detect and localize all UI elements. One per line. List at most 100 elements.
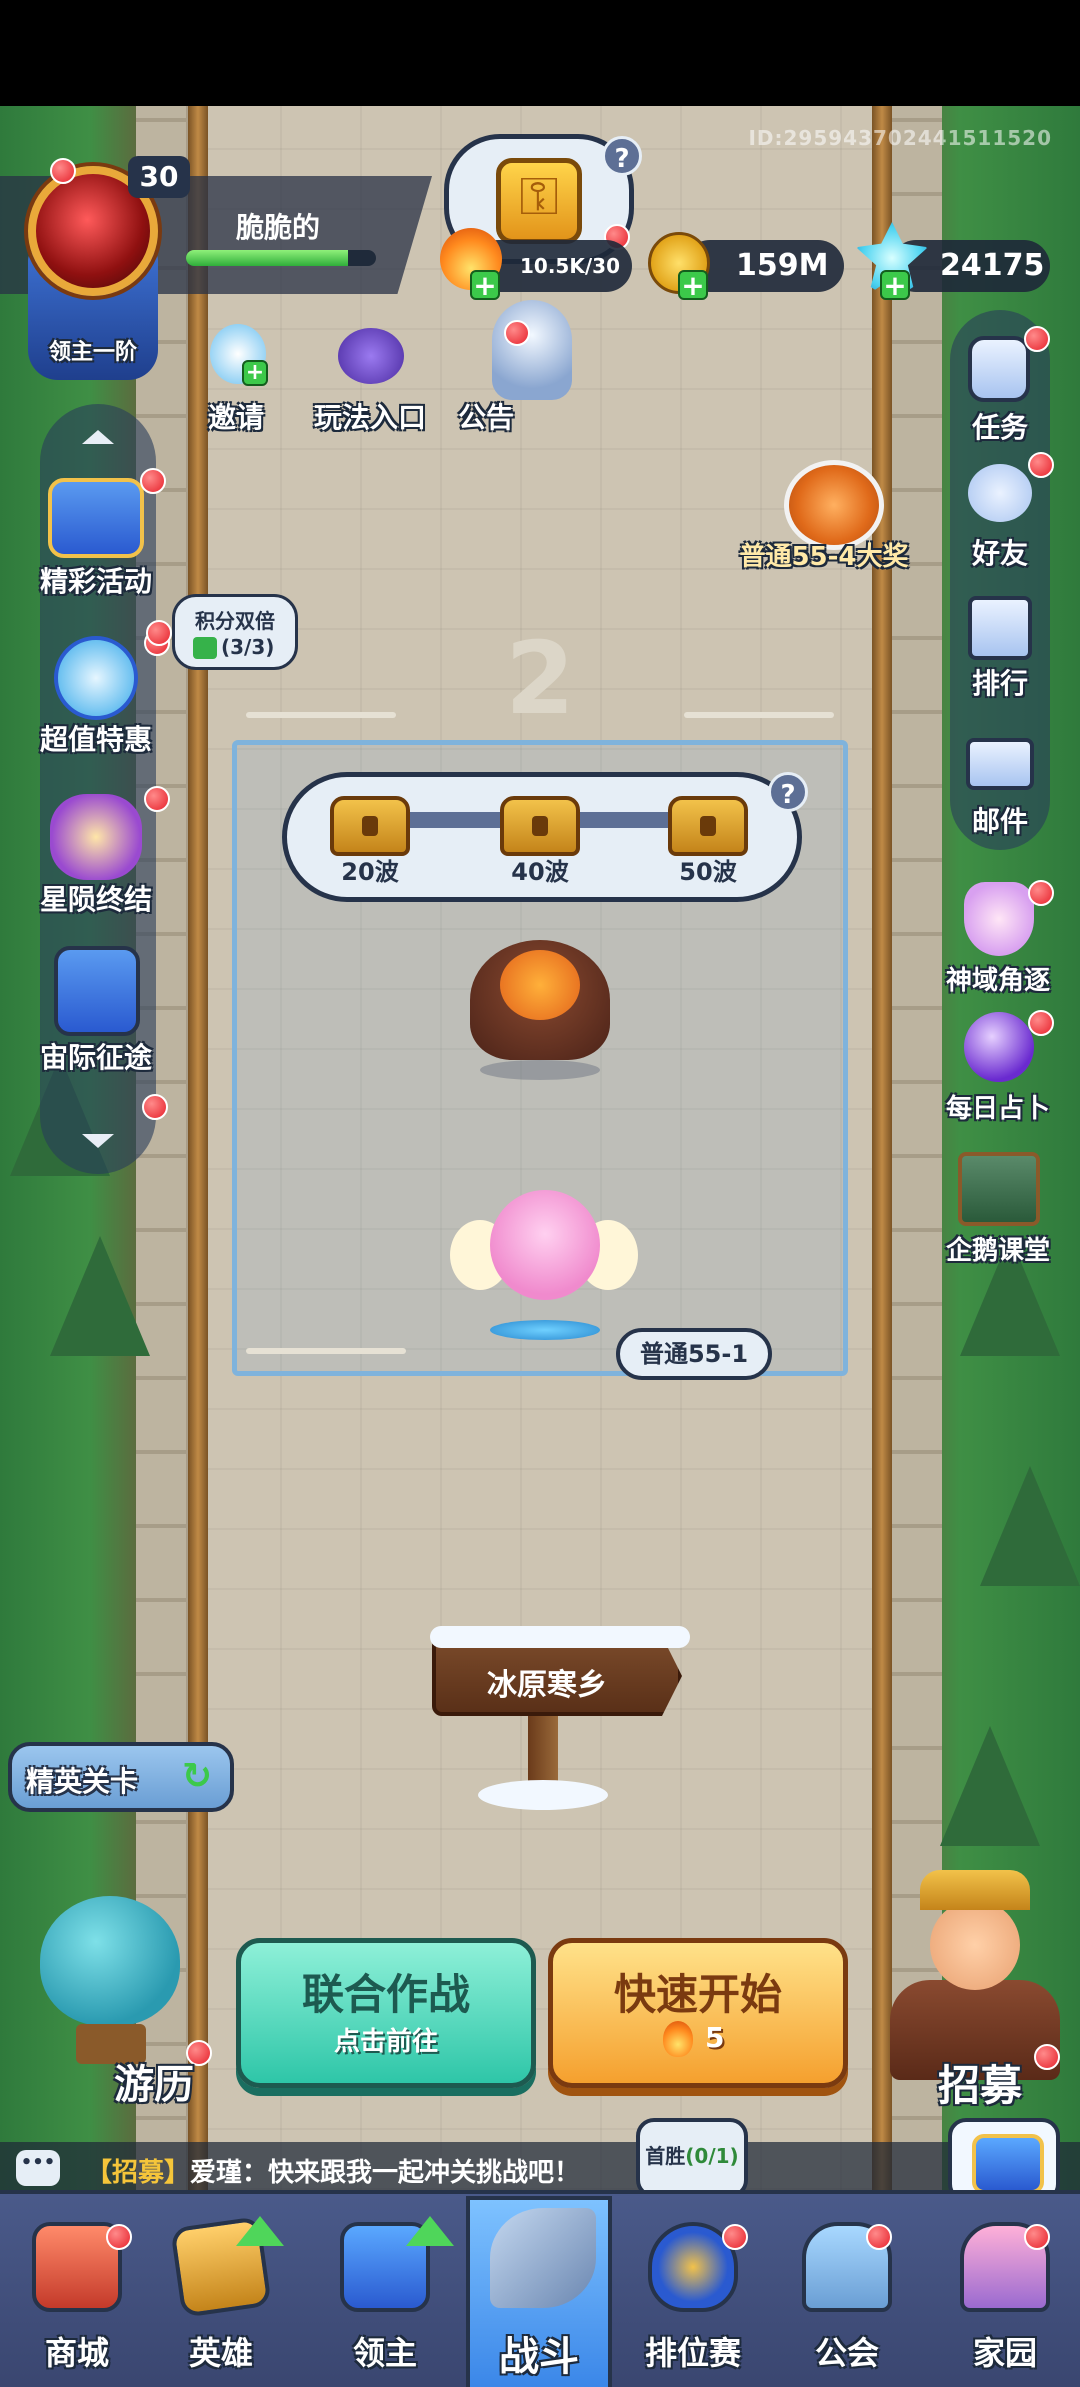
menu-starfall[interactable]: 星陨终结: [26, 786, 170, 918]
help-icon[interactable]: ?: [602, 136, 642, 176]
wave-chest-icon[interactable]: [668, 796, 748, 856]
first-win-count: (0/1): [685, 2144, 739, 2168]
exp-bar-fill: [186, 250, 348, 266]
help-icon[interactable]: ?: [768, 772, 808, 812]
menu-event[interactable]: 精彩活动: [26, 468, 166, 600]
quick-start-title: 快速开始: [613, 1970, 782, 2019]
shortcut-gameplay[interactable]: 玩法入口: [300, 324, 440, 434]
notify-dot: [504, 320, 530, 346]
nav-home[interactable]: 家园: [930, 2194, 1080, 2387]
shortcut-invite[interactable]: + 邀请: [196, 324, 282, 434]
menu-divine-arena[interactable]: 神域角逐: [928, 878, 1068, 998]
first-win-bubble[interactable]: 首胜(0/1): [636, 2118, 748, 2198]
travel-label[interactable]: 游历: [84, 2052, 224, 2110]
shortcut-label: 邀请: [207, 401, 264, 434]
mail-icon: [966, 738, 1034, 790]
cost-value: 5: [705, 2021, 725, 2054]
elite-stage-button[interactable]: 精英关卡 ↻: [8, 1742, 234, 1812]
coop-subtitle: 点击前往: [333, 2027, 438, 2057]
pine-tree: [940, 1726, 1040, 1846]
nav-label: 公会: [814, 2334, 879, 2372]
travel-balloon[interactable]: [40, 1896, 180, 2066]
nav-shop[interactable]: 商城: [2, 2194, 152, 2387]
chat-message[interactable]: 【招募】爱瑾：快来跟我一起冲关挑战吧！: [86, 2152, 580, 2189]
menu-rank[interactable]: 排行: [944, 590, 1056, 710]
double-points-bubble[interactable]: 积分双倍 (3/3): [172, 594, 298, 670]
nav-lord[interactable]: 领主: [310, 2194, 460, 2387]
divine-arena-icon: [964, 882, 1034, 956]
grand-prize[interactable]: 普通55-4大奖: [724, 452, 924, 582]
stage-divider: [246, 712, 396, 718]
add-energy-button[interactable]: +: [470, 270, 500, 300]
pine-tree: [50, 1236, 150, 1356]
menu-penguin-class[interactable]: 企鹅课堂: [928, 1146, 1068, 1270]
nav-ranked[interactable]: 排位赛: [618, 2194, 768, 2387]
event-chest-icon: [48, 478, 144, 558]
nav-guild[interactable]: 公会: [772, 2194, 922, 2387]
nav-label: 英雄: [188, 2334, 253, 2372]
notify-dot: [1028, 1010, 1054, 1036]
menu-deal[interactable]: 超值特惠: [26, 626, 170, 758]
scroll-down-icon[interactable]: [82, 1134, 114, 1148]
wave-chest-icon[interactable]: [500, 796, 580, 856]
balloon-icon: [40, 1896, 180, 2026]
player-name: 脆脆的: [236, 211, 321, 244]
nav-label: 战斗: [499, 2334, 579, 2380]
menu-fortune[interactable]: 每日占卜: [928, 1008, 1068, 1132]
menu-label: 排行: [971, 667, 1028, 700]
nav-label: 商城: [44, 2334, 109, 2372]
chat-icon[interactable]: [16, 2150, 60, 2186]
monster-shadow: [480, 1060, 600, 1080]
stage-number: 2: [505, 620, 575, 737]
map-name: 冰原寒乡: [487, 1668, 607, 1703]
nav-battle[interactable]: 战斗: [466, 2196, 612, 2387]
coop-battle-button[interactable]: 联合作战 点击前往: [236, 1938, 536, 2088]
clock-deal-icon: [54, 636, 138, 720]
plus-icon: +: [242, 360, 268, 386]
notify-dot: [146, 620, 172, 646]
recruit-label[interactable]: 招募: [910, 2052, 1050, 2113]
quick-start-button[interactable]: 快速开始 5: [548, 1938, 848, 2088]
notify-dot: [1028, 452, 1054, 478]
npc-crown: [920, 1870, 1030, 1910]
add-gold-button[interactable]: +: [678, 270, 708, 300]
menu-friends[interactable]: 好友: [944, 452, 1056, 572]
rank-label: 领主一阶: [48, 340, 137, 365]
nav-label: 领主: [352, 2334, 417, 2372]
stage-divider: [246, 1348, 406, 1354]
notify-dot: [140, 468, 166, 494]
star-fall-icon: [50, 794, 142, 880]
monster-face: [500, 950, 580, 1020]
shortcut-announcement[interactable]: 公告: [452, 300, 592, 434]
hero-head: [490, 1190, 600, 1300]
menu-label: 宙际征途: [39, 1041, 152, 1074]
gamepad-monster-icon: [338, 328, 404, 384]
energy-value: 10.5K/30: [520, 254, 620, 278]
status-bar: [0, 0, 1080, 106]
chat-tag: 【招募】: [86, 2158, 191, 2188]
journey-checklist-icon: [54, 946, 140, 1036]
npc-head: [930, 1900, 1020, 1990]
rank-trophy-icon: [968, 596, 1032, 660]
notify-dot: [50, 158, 76, 184]
menu-label: 任务: [971, 411, 1028, 444]
menu-label: 神域角逐: [945, 966, 1050, 996]
nav-label: 排位赛: [644, 2334, 741, 2372]
current-stage-tag: 普通55-1: [616, 1328, 772, 1380]
menu-task[interactable]: 任务: [944, 326, 1056, 446]
scroll-up-icon[interactable]: [82, 430, 114, 444]
nav-hero[interactable]: 英雄: [146, 2194, 296, 2387]
wave-label: 50波: [679, 858, 737, 886]
shortcut-label: 公告: [457, 401, 514, 434]
menu-journey[interactable]: 宙际征途: [26, 942, 166, 1074]
notify-dot: [142, 1094, 168, 1120]
upgrade-arrow-icon: [406, 2216, 454, 2246]
first-win-label: 首胜: [645, 2144, 686, 2168]
battle-swords-icon: [490, 2208, 596, 2308]
add-gem-button[interactable]: +: [880, 270, 910, 300]
shortcut-label: 玩法入口: [313, 401, 426, 434]
wave-chest-icon[interactable]: [330, 796, 410, 856]
menu-mail[interactable]: 邮件: [944, 728, 1056, 848]
hero-base: [490, 1320, 600, 1340]
gold-value: 159M: [736, 248, 829, 283]
